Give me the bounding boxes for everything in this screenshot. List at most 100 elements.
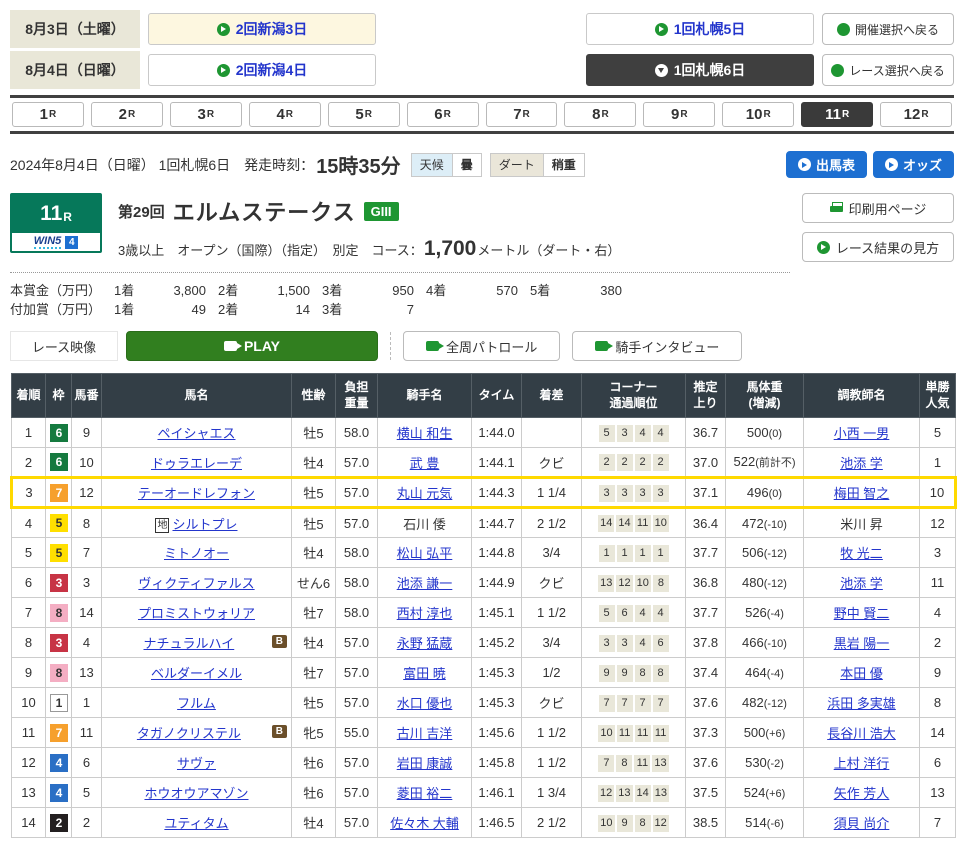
jockey-name-link[interactable]: 富田 暁 xyxy=(403,666,446,681)
last-3f-time: 37.0 xyxy=(686,448,726,478)
trainer-name-link[interactable]: 本田 優 xyxy=(840,666,883,681)
horse-name-link[interactable]: ホウオウアマゾン xyxy=(144,786,248,801)
jockey-name-link[interactable]: 菱田 裕二 xyxy=(397,786,453,801)
trainer-name-link[interactable]: 上村 洋行 xyxy=(834,756,890,771)
jockey-interview-button[interactable]: 騎手インタビュー xyxy=(572,331,742,361)
horse-name-link[interactable]: ミトノオー xyxy=(164,546,229,561)
finish-position: 8 xyxy=(12,628,46,658)
horse-name-link[interactable]: ナチュラルハイ xyxy=(144,636,235,651)
corner-position-box: 5 xyxy=(599,605,615,622)
horse-name-link[interactable]: サヴァ xyxy=(177,756,216,771)
race-tab-suffix: R xyxy=(207,109,214,120)
meeting-button-niigata4[interactable]: 2回新潟4日 xyxy=(148,54,376,86)
race-tab-5R[interactable]: 5R xyxy=(328,102,400,127)
race-tab-12R[interactable]: 12R xyxy=(880,102,952,127)
horse-name-link[interactable]: ユティタム xyxy=(164,816,228,831)
trainer-name-link[interactable]: 矢作 芳人 xyxy=(834,786,890,801)
print-page-button[interactable]: 印刷用ページ xyxy=(802,193,954,223)
corner-position-box: 4 xyxy=(635,605,651,622)
jockey-name-link[interactable]: 西村 淳也 xyxy=(397,606,453,621)
horse-name-link[interactable]: テーオードレフォン xyxy=(138,486,255,501)
horse-name-link[interactable]: ベルダーイメル xyxy=(151,666,242,681)
horse-name-link[interactable]: プロミストウォリア xyxy=(138,606,255,621)
corner-position-box: 13 xyxy=(652,755,668,772)
back-to-meeting-select-button[interactable]: 開催選択へ戻る xyxy=(822,13,954,45)
trainer-name-link[interactable]: 長谷川 浩大 xyxy=(827,726,896,741)
jockey-name-link[interactable]: 岩田 康誠 xyxy=(397,756,453,771)
jockey-name-link[interactable]: 丸山 元気 xyxy=(397,486,453,501)
race-tab-1R[interactable]: 1R xyxy=(12,102,84,127)
jockey-name-link[interactable]: 武 豊 xyxy=(410,456,440,471)
trainer-name-link[interactable]: 牧 光二 xyxy=(840,546,883,561)
result-guide-button[interactable]: レース結果の見方 xyxy=(802,232,954,262)
load-weight: 58.0 xyxy=(336,538,378,568)
horse-name-cell: フルム xyxy=(102,688,292,718)
race-tab-8R[interactable]: 8R xyxy=(564,102,636,127)
trainer-name-link[interactable]: 池添 学 xyxy=(840,456,883,471)
corner-position-box: 2 xyxy=(599,454,615,471)
frame-cell: 8 xyxy=(46,598,72,628)
horse-name-cell: ユティタム xyxy=(102,808,292,838)
jockey-cell: 丸山 元気 xyxy=(378,478,472,508)
horse-weight: 480(-12) xyxy=(726,568,804,598)
jockey-name-link[interactable]: 池添 謙一 xyxy=(397,576,453,591)
jockey-cell: 佐々木 大輔 xyxy=(378,808,472,838)
table-row-pos-12: 1246サヴァ牡657.0岩田 康誠1:45.81 1/278111337.65… xyxy=(12,748,956,778)
horse-weight: 530(-2) xyxy=(726,748,804,778)
play-button[interactable]: PLAY xyxy=(126,331,378,361)
trainer-name-link: 米川 昇 xyxy=(840,517,883,532)
frame-cell: 1 xyxy=(46,688,72,718)
race-tab-4R[interactable]: 4R xyxy=(249,102,321,127)
race-tab-11R[interactable]: 11R xyxy=(801,102,873,127)
horse-name-link[interactable]: ヴィクティファルス xyxy=(138,576,254,591)
horse-number: 5 xyxy=(72,778,102,808)
load-weight: 58.0 xyxy=(336,418,378,448)
patrol-video-button[interactable]: 全周パトロール xyxy=(403,331,560,361)
trainer-name-link[interactable]: 梅田 智之 xyxy=(834,486,890,501)
trainer-name-link[interactable]: 須貝 尚介 xyxy=(834,816,890,831)
trainer-name-link[interactable]: 浜田 多実雄 xyxy=(827,696,896,711)
load-weight: 57.0 xyxy=(336,658,378,688)
race-tab-suffix: R xyxy=(601,109,608,120)
win-popularity: 1 xyxy=(920,448,956,478)
race-tab-7R[interactable]: 7R xyxy=(486,102,558,127)
meeting-button-sapporo6-selected[interactable]: 1回札幌6日 xyxy=(586,54,814,86)
horse-name-link[interactable]: ドゥラエレーデ xyxy=(151,456,242,471)
video-row: レース映像 PLAY 全周パトロール 騎手インタビュー xyxy=(10,331,954,361)
jockey-name-link: 石川 倭 xyxy=(403,517,446,532)
finish-position: 1 xyxy=(12,418,46,448)
jockey-cell: 松山 弘平 xyxy=(378,538,472,568)
entries-button[interactable]: 出馬表 xyxy=(786,151,867,178)
meeting-button-sapporo5[interactable]: 1回札幌5日 xyxy=(586,13,814,45)
jockey-name-link[interactable]: 古川 吉洋 xyxy=(397,726,453,741)
trainer-name-link[interactable]: 黒岩 陽一 xyxy=(834,636,890,651)
race-tab-9R[interactable]: 9R xyxy=(643,102,715,127)
jockey-name-link[interactable]: 松山 弘平 xyxy=(397,546,453,561)
jockey-cell: 菱田 裕二 xyxy=(378,778,472,808)
race-tab-10R[interactable]: 10R xyxy=(722,102,794,127)
frame-cell: 8 xyxy=(46,658,72,688)
trainer-name-link[interactable]: 池添 学 xyxy=(840,576,883,591)
jockey-name-link[interactable]: 水口 優也 xyxy=(397,696,453,711)
race-tab-6R[interactable]: 6R xyxy=(407,102,479,127)
meeting-button-niigata3[interactable]: 2回新潟3日 xyxy=(148,13,376,45)
horse-name-link[interactable]: タガノクリステル xyxy=(137,726,241,741)
jockey-name-link[interactable]: 佐々木 大輔 xyxy=(390,816,459,831)
jockey-name-link[interactable]: 横山 和生 xyxy=(397,426,453,441)
table-row-pos-2: 2610ドゥラエレーデ牡457.0武 豊1:44.1クビ222237.0522(… xyxy=(12,448,956,478)
jockey-name-link[interactable]: 永野 猛蔵 xyxy=(397,636,453,651)
header-row: 着順枠馬番馬名性齢負担重量騎手名タイム着差コーナー通過順位推定上り馬体重(増減)… xyxy=(12,374,956,418)
race-tab-3R[interactable]: 3R xyxy=(170,102,242,127)
trainer-name-link[interactable]: 野中 賢二 xyxy=(834,606,890,621)
horse-name-link[interactable]: シルトプレ xyxy=(172,517,237,532)
date-row-sunday: 8月4日（日曜） 2回新潟4日 1回札幌6日 レース選択へ戻る xyxy=(10,51,954,89)
trainer-name-link[interactable]: 小西 一男 xyxy=(834,426,890,441)
back-to-race-select-button[interactable]: レース選択へ戻る xyxy=(822,54,954,86)
table-header-13: 単勝人気 xyxy=(920,374,956,418)
odds-button[interactable]: オッズ xyxy=(873,151,954,178)
race-tab-2R[interactable]: 2R xyxy=(91,102,163,127)
finish-time: 1:45.1 xyxy=(472,598,522,628)
horse-name-link[interactable]: ペイシャエス xyxy=(157,426,235,441)
weather-value: 曇 xyxy=(452,154,481,176)
horse-name-link[interactable]: フルム xyxy=(177,696,216,711)
